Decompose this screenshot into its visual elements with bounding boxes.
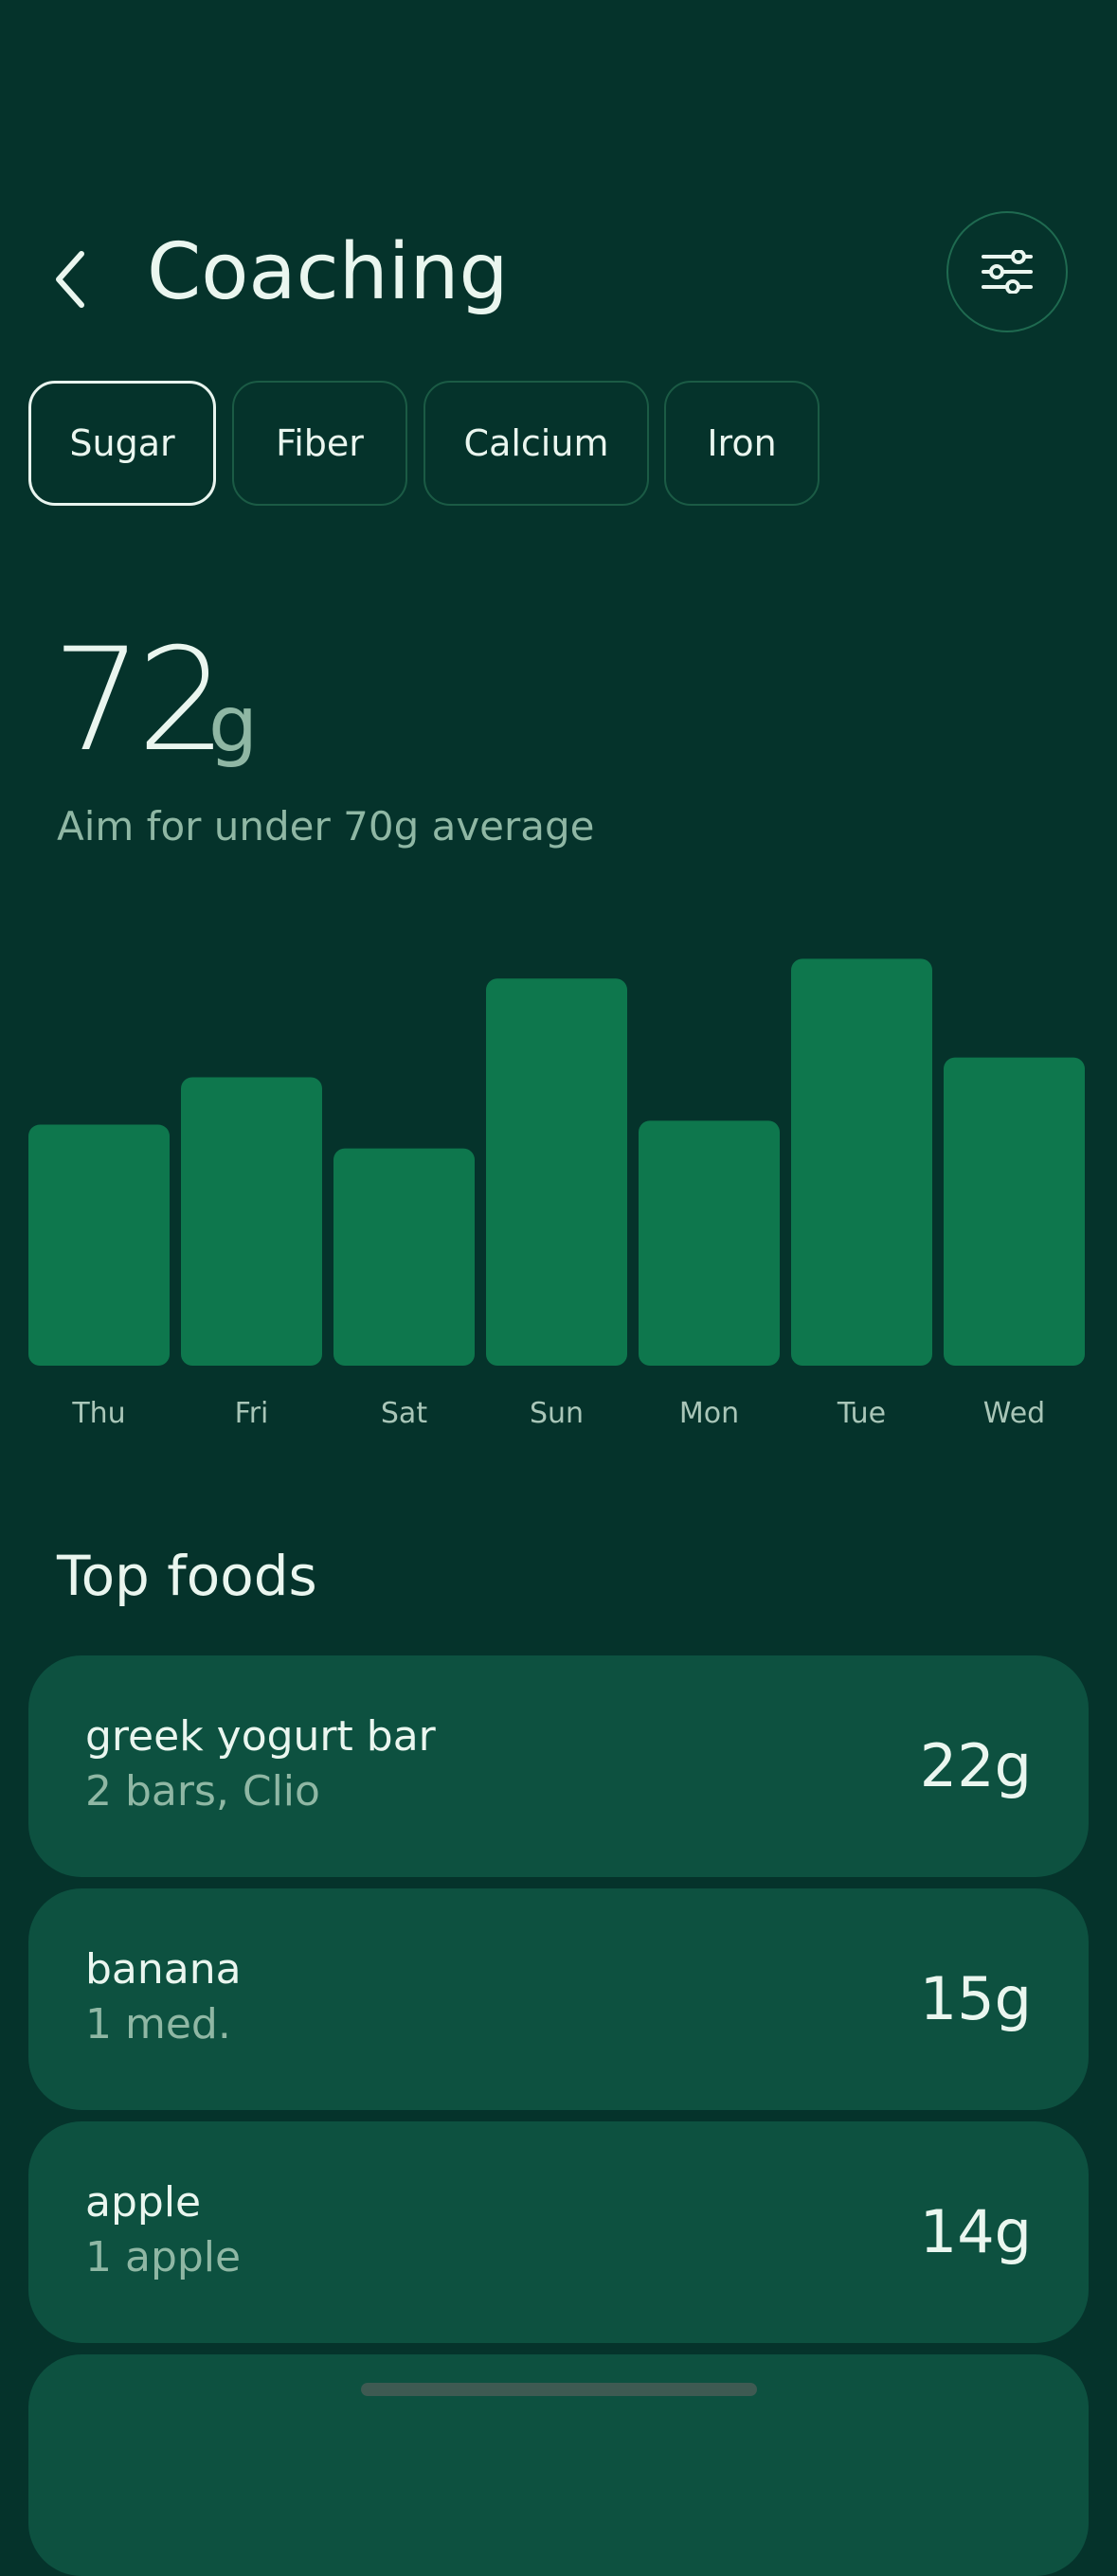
- tab-sugar[interactable]: Sugar: [28, 381, 216, 506]
- food-item[interactable]: greek yogurt bar 2 bars, Clio 22g: [28, 1655, 1089, 1877]
- bar-thu[interactable]: [28, 1124, 170, 1366]
- metric-value: 72: [52, 618, 227, 783]
- bar-tue[interactable]: [791, 958, 932, 1366]
- tab-iron[interactable]: Iron: [664, 381, 820, 506]
- food-item[interactable]: banana 1 med. 15g: [28, 1888, 1089, 2110]
- header: Coaching: [0, 0, 1117, 379]
- back-button[interactable]: [42, 237, 99, 322]
- food-name: apple: [85, 2178, 202, 2227]
- bar-fri[interactable]: [181, 1077, 322, 1366]
- daily-sugar-chart: Thu Fri Sat Sun Mon Tue Wed: [0, 928, 1117, 1458]
- tick-label-sun: Sun: [530, 1397, 584, 1430]
- filter-button[interactable]: [946, 211, 1068, 332]
- metric-goal-text: Aim for under 70g average: [57, 803, 595, 850]
- tick-label-sat: Sat: [381, 1397, 427, 1430]
- tick-label-wed: Wed: [983, 1397, 1045, 1430]
- tab-fiber[interactable]: Fiber: [232, 381, 407, 506]
- food-item[interactable]: apple 1 apple 14g: [28, 2121, 1089, 2343]
- sliders-icon: [982, 250, 1033, 294]
- food-amount: 14g: [919, 2197, 1032, 2266]
- tick-label-fri: Fri: [235, 1397, 269, 1430]
- tick-label-thu: Thu: [71, 1397, 125, 1430]
- food-name: greek yogurt bar: [85, 1712, 436, 1761]
- food-detail: 2 bars, Clio: [85, 1767, 320, 1816]
- food-name: banana: [85, 1945, 242, 1994]
- home-indicator[interactable]: [361, 2383, 757, 2396]
- food-detail: 1 med.: [85, 2000, 231, 2048]
- metric-unit: g: [208, 680, 259, 770]
- bar-chart: Thu Fri Sat Sun Mon Tue Wed: [28, 958, 1085, 1430]
- food-amount: 15g: [919, 1964, 1032, 2033]
- bar-sat[interactable]: [333, 1148, 475, 1366]
- food-detail: 1 apple: [85, 2233, 242, 2281]
- bar-mon[interactable]: [639, 1120, 780, 1366]
- food-amount: 22g: [919, 1731, 1032, 1800]
- bar-sun[interactable]: [486, 978, 627, 1366]
- chevron-left-icon: [56, 251, 84, 308]
- bar-wed[interactable]: [944, 1057, 1085, 1366]
- tick-label-mon: Mon: [679, 1397, 739, 1430]
- page-title: Coaching: [147, 227, 509, 317]
- tab-calcium[interactable]: Calcium: [423, 381, 649, 506]
- tick-label-tue: Tue: [837, 1397, 886, 1430]
- top-foods-title: Top foods: [57, 1544, 317, 1608]
